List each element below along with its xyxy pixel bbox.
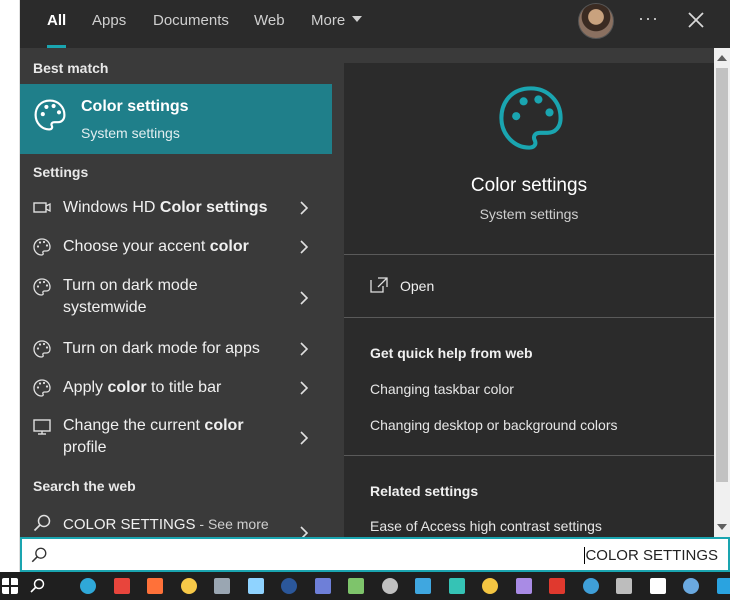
- app-red-icon[interactable]: [549, 578, 565, 594]
- text-cursor: [584, 546, 586, 564]
- chevron-right-icon: [300, 342, 309, 356]
- web-search-label: COLOR SETTINGS - See more: [63, 516, 269, 533]
- avatar[interactable]: [578, 3, 614, 39]
- related-link[interactable]: Ease of Access high contrast settings: [370, 518, 602, 534]
- app-grey-icon[interactable]: [616, 578, 632, 594]
- list-item[interactable]: Change the current color profile: [20, 415, 332, 461]
- scroll-thumb[interactable]: [716, 68, 728, 482]
- tab-label: Web: [254, 12, 285, 29]
- best-match-heading: Best match: [33, 60, 109, 76]
- tab-all[interactable]: All: [33, 0, 80, 48]
- tab-label: More: [311, 12, 346, 29]
- tab-web[interactable]: Web: [240, 0, 299, 48]
- windows-start-icon[interactable]: [2, 578, 18, 594]
- app-green-icon[interactable]: [348, 578, 364, 594]
- app-square-icon[interactable]: [582, 578, 599, 594]
- settings-heading: Settings: [33, 164, 89, 180]
- search-panel: All Apps Documents Web More ··· Best mat…: [20, 0, 730, 540]
- search-input[interactable]: COLOR SETTINGS: [584, 546, 718, 565]
- best-match-subtitle: System settings: [81, 125, 180, 141]
- divider: [344, 455, 714, 456]
- list-item[interactable]: Choose your accent color: [20, 235, 332, 259]
- list-item-label: Change the current color profile: [63, 417, 244, 456]
- app-teal-icon[interactable]: [448, 578, 465, 594]
- chrome-icon[interactable]: [113, 578, 130, 594]
- taskbar: [0, 572, 730, 600]
- list-item[interactable]: Windows HD Color settings: [20, 196, 332, 220]
- help-heading: Get quick help from web: [370, 345, 533, 361]
- list-item-label: Turn on dark mode for apps: [63, 340, 260, 357]
- tab-documents[interactable]: Documents: [139, 0, 243, 48]
- list-item[interactable]: Turn on dark mode systemwide: [20, 275, 332, 321]
- more-options-icon[interactable]: ···: [638, 8, 659, 29]
- firefox-icon[interactable]: [147, 578, 163, 594]
- search-taskbar-icon[interactable]: [29, 578, 45, 594]
- scroll-up-icon[interactable]: [717, 55, 727, 61]
- best-match-title: Color settings: [81, 98, 189, 115]
- filter-tab-bar: All Apps Documents Web More ···: [20, 0, 730, 48]
- list-item-label: Windows HD Color settings: [63, 199, 268, 216]
- github-icon[interactable]: [649, 578, 666, 594]
- palette-small-icon: [33, 379, 51, 397]
- search-web-heading: Search the web: [33, 478, 136, 494]
- palette-small-icon: [33, 238, 51, 256]
- word-icon[interactable]: [281, 578, 297, 594]
- palette-small-icon: [33, 340, 51, 358]
- open-label: Open: [400, 278, 435, 294]
- related-heading: Related settings: [370, 483, 479, 499]
- search-icon: [31, 547, 47, 563]
- app-circle-icon[interactable]: [515, 578, 532, 594]
- help-link[interactable]: Changing taskbar color: [370, 381, 514, 397]
- search-icon: [33, 514, 51, 532]
- detail-title: Color settings: [470, 175, 588, 196]
- app-star-icon[interactable]: [482, 578, 498, 594]
- results-list: Best match Color settings System setting…: [20, 48, 332, 540]
- chevron-right-icon: [300, 291, 309, 305]
- detail-pane: Color settings System settings Open Get …: [344, 63, 714, 537]
- best-match-item[interactable]: Color settings System settings: [20, 84, 332, 154]
- caret-down-icon: [352, 16, 363, 23]
- palette-large-icon: [499, 86, 563, 150]
- tab-label: All: [47, 12, 67, 29]
- file-explorer-icon[interactable]: [180, 578, 197, 594]
- help-link[interactable]: Changing desktop or background colors: [370, 417, 618, 433]
- desktop-background-strip: [0, 0, 20, 572]
- chevron-right-icon: [300, 431, 309, 445]
- list-item-label: Choose your accent color: [63, 238, 249, 255]
- list-item-label: Apply color to title bar: [63, 379, 222, 396]
- camera-icon[interactable]: [214, 578, 230, 594]
- search-box[interactable]: COLOR SETTINGS: [20, 537, 730, 572]
- web-search-item[interactable]: COLOR SETTINGS - See more: [20, 512, 332, 540]
- chevron-right-icon: [300, 201, 309, 215]
- calculator-icon[interactable]: [381, 578, 398, 594]
- app-triangle-icon[interactable]: [415, 578, 431, 594]
- tab-apps[interactable]: Apps: [78, 0, 140, 48]
- notepad-icon[interactable]: [247, 578, 264, 594]
- tab-more[interactable]: More: [297, 0, 376, 48]
- chevron-right-icon: [300, 381, 309, 395]
- scroll-down-icon[interactable]: [717, 524, 727, 530]
- open-icon: [370, 277, 388, 293]
- list-item[interactable]: Apply color to title bar: [20, 376, 332, 400]
- list-item-label: Turn on dark mode systemwide: [63, 277, 198, 316]
- scrollbar[interactable]: [714, 48, 730, 537]
- tab-label: Apps: [92, 12, 127, 29]
- detail-subtitle: System settings: [479, 206, 579, 222]
- palette-small-icon: [33, 278, 51, 296]
- palette-icon: [34, 99, 66, 131]
- app-blue-icon[interactable]: [314, 578, 331, 594]
- list-item[interactable]: Turn on dark mode for apps: [20, 337, 332, 361]
- telegram-icon[interactable]: [716, 578, 730, 594]
- divider: [344, 254, 714, 255]
- edge-icon[interactable]: [80, 578, 96, 594]
- divider: [344, 317, 714, 318]
- app-cloud-icon[interactable]: [683, 578, 699, 594]
- tab-label: Documents: [153, 12, 229, 29]
- chevron-right-icon: [300, 240, 309, 254]
- monitor-hd-icon: [33, 202, 51, 213]
- display-icon: [33, 419, 51, 435]
- screen: All Apps Documents Web More ··· Best mat…: [0, 0, 730, 600]
- close-icon[interactable]: [684, 8, 708, 32]
